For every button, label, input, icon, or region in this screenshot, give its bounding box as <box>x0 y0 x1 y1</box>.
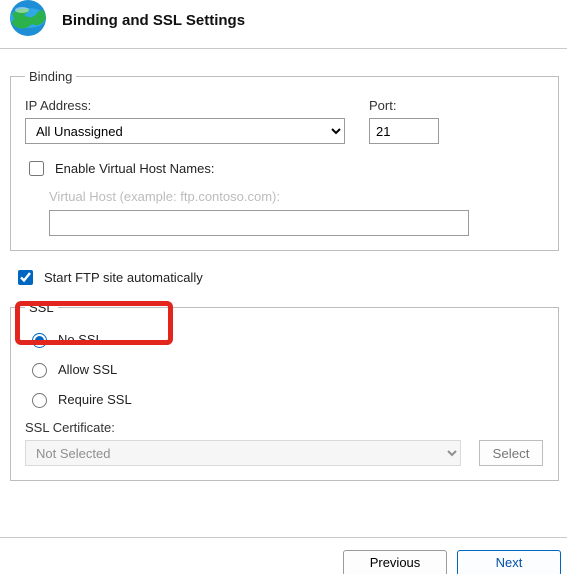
dialog-footer: Previous Next <box>0 537 567 574</box>
binding-legend: Binding <box>25 69 76 84</box>
ssl-certificate-select-button: Select <box>479 440 543 466</box>
ip-address-select[interactable]: All Unassigned <box>25 118 345 144</box>
globe-icon <box>8 0 48 38</box>
virtual-host-label: Virtual Host (example: ftp.contoso.com): <box>49 189 544 204</box>
enable-virtual-host-label: Enable Virtual Host Names: <box>55 161 214 176</box>
page-title: Binding and SSL Settings <box>62 12 245 29</box>
ssl-certificate-label: SSL Certificate: <box>25 420 544 435</box>
ssl-legend: SSL <box>25 300 58 315</box>
port-input[interactable] <box>369 118 439 144</box>
virtual-host-input <box>49 210 469 236</box>
port-label: Port: <box>369 98 439 113</box>
no-ssl-label: No SSL <box>58 332 103 347</box>
previous-button[interactable]: Previous <box>343 550 447 574</box>
require-ssl-label: Require SSL <box>58 392 132 407</box>
allow-ssl-radio[interactable] <box>32 363 47 378</box>
start-ftp-auto-checkbox[interactable] <box>18 270 33 285</box>
ssl-certificate-select: Not Selected <box>25 440 461 466</box>
no-ssl-radio[interactable] <box>32 333 47 348</box>
require-ssl-radio[interactable] <box>32 393 47 408</box>
allow-ssl-label: Allow SSL <box>58 362 117 377</box>
header-divider <box>0 48 567 49</box>
ip-address-label: IP Address: <box>25 98 345 113</box>
dialog-header: Binding and SSL Settings <box>0 0 567 48</box>
binding-group: Binding IP Address: All Unassigned Port:… <box>10 69 559 251</box>
dialog-body: Binding IP Address: All Unassigned Port:… <box>0 69 567 537</box>
enable-virtual-host-checkbox[interactable] <box>29 161 44 176</box>
next-button[interactable]: Next <box>457 550 561 574</box>
start-ftp-auto-label: Start FTP site automatically <box>44 270 203 285</box>
ssl-group: SSL No SSL Allow SSL Require SSL SSL Cer… <box>10 300 559 481</box>
